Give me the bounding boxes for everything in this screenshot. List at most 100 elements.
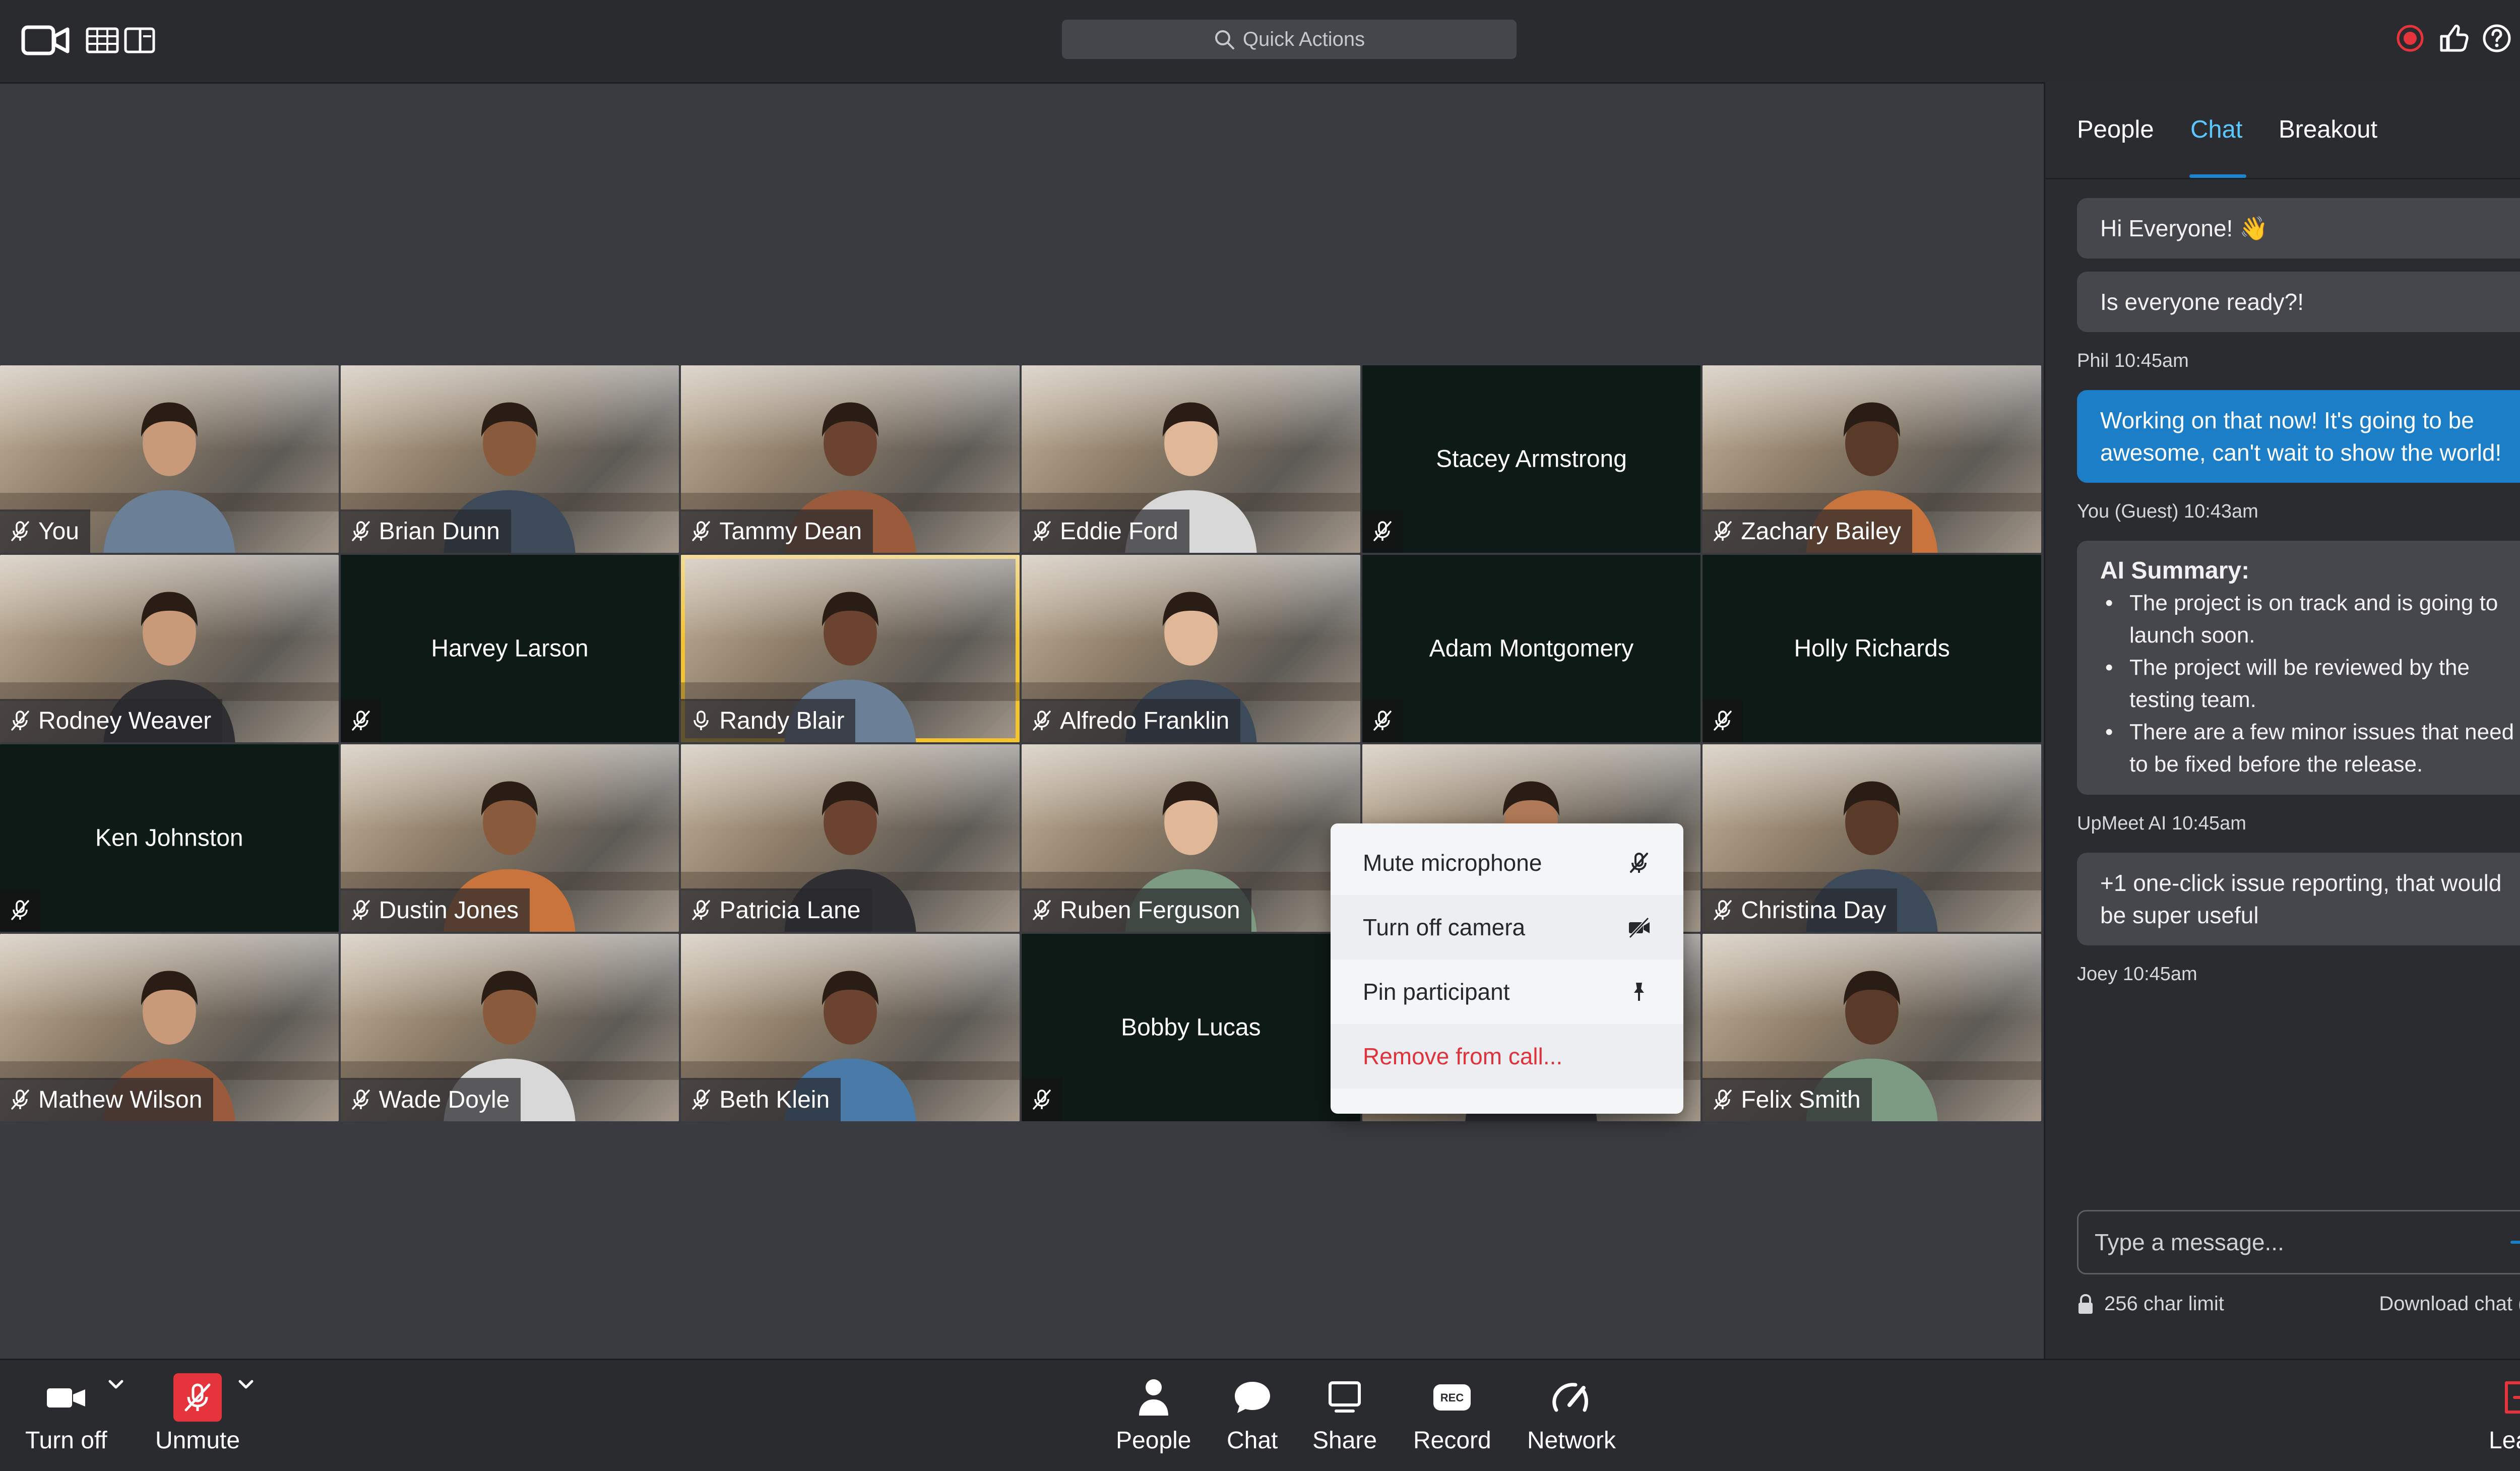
sidebar-layout-icon[interactable]: [124, 27, 155, 53]
participant-name: Zachary Bailey: [1741, 518, 1901, 545]
participant-name-center: Ken Johnston: [95, 824, 243, 852]
message-input[interactable]: [2094, 1228, 2508, 1256]
turn-off-camera-option[interactable]: Turn off camera: [1331, 895, 1683, 960]
participant-name: Mathew Wilson: [38, 1086, 203, 1113]
participant-label: [1362, 509, 1403, 553]
active-tab-indicator: [2189, 174, 2246, 178]
participant-tile[interactable]: Zachary Bailey: [1703, 365, 2041, 553]
participant-tile[interactable]: Ruben Ferguson: [1022, 744, 1360, 932]
participant-tile[interactable]: Adam Montgomery: [1362, 555, 1701, 742]
tab-people[interactable]: People: [2077, 115, 2154, 144]
chevron-down-icon[interactable]: [236, 1374, 256, 1394]
tab-chat[interactable]: Chat: [2190, 115, 2243, 144]
participant-tile[interactable]: You: [0, 365, 339, 553]
message-composer: [2077, 1210, 2520, 1274]
participant-tile[interactable]: Eddie Ford: [1022, 365, 1360, 553]
mute-microphone-label: Mute microphone: [1363, 850, 1542, 876]
remove-from-call-option[interactable]: Remove from call...: [1331, 1024, 1683, 1089]
people-label: People: [1116, 1427, 1191, 1454]
participant-tile[interactable]: Tammy Dean: [681, 365, 1020, 553]
help-icon[interactable]: [2481, 22, 2513, 54]
participant-name: Beth Klein: [719, 1086, 830, 1113]
participant-name-center: Adam Montgomery: [1429, 635, 1634, 662]
mic-off-icon: [184, 1383, 211, 1412]
participant-tile[interactable]: Alfredo Franklin: [1022, 555, 1360, 742]
bottom-toolbar: Turn off Unmute People Chat Share REC Re…: [0, 1359, 2520, 1471]
ai-summary-message: AI Summary: The project is on track and …: [2077, 541, 2520, 795]
participant-label: Brian Dunn: [340, 509, 511, 553]
share-button[interactable]: Share: [1312, 1373, 1377, 1454]
unmute-button[interactable]: Unmute: [155, 1373, 240, 1454]
chat-button[interactable]: Chat: [1227, 1373, 1278, 1454]
record-button[interactable]: REC Record: [1413, 1373, 1491, 1454]
mic-off-icon: [351, 900, 370, 920]
mic-off-icon: [351, 1090, 370, 1110]
tab-breakout[interactable]: Breakout: [2279, 115, 2377, 144]
participant-tile[interactable]: Felix Smith: [1703, 934, 2041, 1121]
people-button[interactable]: People: [1116, 1373, 1191, 1454]
mic-off-icon: [1714, 900, 1732, 920]
participant-tile[interactable]: Christina Day: [1703, 744, 2041, 932]
participant-tile[interactable]: Ken Johnston: [0, 744, 339, 932]
send-arrow-icon[interactable]: [2508, 1228, 2520, 1256]
participant-name: Eddie Ford: [1060, 518, 1178, 545]
video-camera-icon[interactable]: [21, 20, 70, 60]
thumbs-up-icon[interactable]: [2437, 22, 2470, 54]
grid-layout-icon[interactable]: [86, 27, 119, 53]
record-icon: REC: [1433, 1384, 1471, 1411]
participant-label: Felix Smith: [1703, 1078, 1872, 1121]
participant-label: [0, 888, 40, 932]
participant-label: Dustin Jones: [340, 888, 530, 932]
participant-name: Christina Day: [1741, 897, 1886, 924]
participant-label: Mathew Wilson: [0, 1078, 214, 1121]
screen-share-icon: [1329, 1381, 1361, 1413]
mic-off-icon: [11, 900, 29, 920]
download-chat-link[interactable]: Download chat (txt): [2379, 1293, 2520, 1315]
mic-off-icon: [1373, 711, 1392, 731]
participant-tile[interactable]: Wade Doyle: [340, 934, 679, 1121]
participant-tile[interactable]: Rodney Weaver: [0, 555, 339, 742]
participant-tile[interactable]: Harvey Larson: [340, 555, 679, 742]
mic-off-icon: [692, 521, 711, 541]
participant-label: Tammy Dean: [681, 509, 873, 553]
participant-tile[interactable]: Beth Klein: [681, 934, 1020, 1121]
recording-indicator-icon[interactable]: [2394, 22, 2426, 54]
chat-bubble-icon: [1234, 1382, 1270, 1413]
chat-message: Is everyone ready?!: [2077, 272, 2520, 332]
mic-off-icon: [11, 521, 29, 541]
participant-tile[interactable]: Patricia Lane: [681, 744, 1020, 932]
participant-video-figure: [103, 402, 235, 553]
participant-tile[interactable]: Holly Richards: [1703, 555, 2041, 742]
participant-name: Brian Dunn: [379, 518, 500, 545]
participant-label: Ruben Ferguson: [1022, 888, 1251, 932]
network-button[interactable]: Network: [1527, 1373, 1616, 1454]
participant-tile[interactable]: Dustin Jones: [340, 744, 679, 932]
participant-tile[interactable]: Stacey Armstrong: [1362, 365, 1701, 553]
pin-participant-option[interactable]: Pin participant: [1331, 960, 1683, 1024]
mic-off-icon: [11, 1090, 29, 1110]
chevron-down-icon[interactable]: [106, 1374, 126, 1394]
mic-off-icon: [1714, 1090, 1732, 1110]
mic-off-icon: [1714, 521, 1732, 541]
quick-actions-search[interactable]: Quick Actions: [1062, 20, 1517, 59]
participant-tile[interactable]: Randy Blair: [681, 555, 1020, 742]
leave-label: Leave: [2489, 1427, 2520, 1454]
char-limit: 256 char limit: [2077, 1293, 2224, 1315]
mic-off-icon: [692, 1090, 711, 1110]
participant-name-center: Holly Richards: [1794, 635, 1950, 662]
leave-button[interactable]: Leave: [2489, 1373, 2520, 1454]
chat-label: Chat: [1227, 1427, 1278, 1454]
participant-tile[interactable]: Brian Dunn: [340, 365, 679, 553]
char-limit-label: 256 char limit: [2104, 1293, 2224, 1315]
participant-name: Rodney Weaver: [38, 707, 212, 734]
mute-microphone-option[interactable]: Mute microphone: [1331, 830, 1683, 895]
top-bar: Quick Actions: [0, 0, 2520, 84]
participant-label: Wade Doyle: [340, 1078, 521, 1121]
participant-context-menu: Mute microphone Turn off camera Pin part…: [1331, 823, 1683, 1114]
participant-tile[interactable]: Mathew Wilson: [0, 934, 339, 1121]
mic-off-icon: [1373, 521, 1392, 541]
unmute-label: Unmute: [155, 1427, 240, 1454]
camera-toggle-button[interactable]: Turn off: [25, 1373, 107, 1454]
message-meta: UpMeet AI 10:45am: [2077, 813, 2246, 834]
participant-tile[interactable]: Bobby Lucas: [1022, 934, 1360, 1121]
